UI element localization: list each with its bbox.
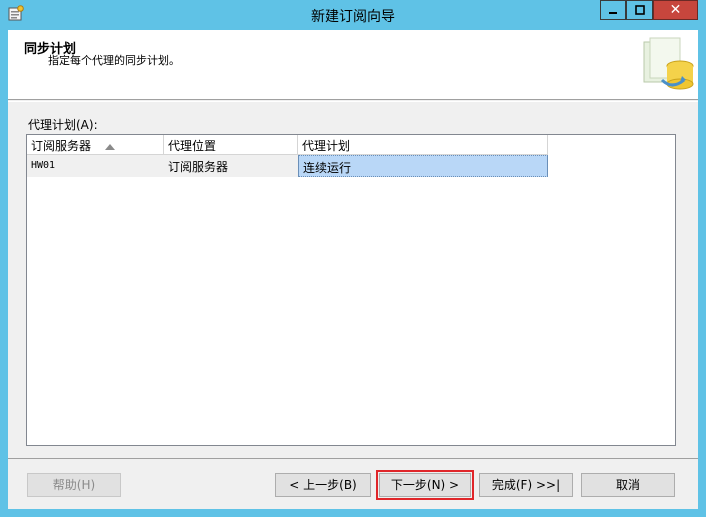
database-sync-icon — [643, 37, 694, 90]
grid-label: 代理计划(A): — [28, 118, 98, 132]
page-subtitle: 指定每个代理的同步计划。 — [48, 54, 180, 67]
finish-button[interactable]: 完成(F) >>| — [479, 473, 573, 497]
column-header-agent-schedule[interactable]: 代理计划 — [298, 135, 548, 155]
table-row[interactable]: HW01 订阅服务器 连续运行 — [27, 155, 548, 177]
wizard-header: 同步计划 指定每个代理的同步计划。 — [8, 30, 698, 100]
column-header-label: 代理位置 — [168, 139, 217, 153]
column-header-agent-location[interactable]: 代理位置 — [164, 135, 298, 155]
wizard-client-area: 同步计划 指定每个代理的同步计划。 代理计划(A): 订阅服务器 代理位置 代理… — [8, 30, 698, 509]
cell-agent-schedule[interactable]: 连续运行 — [298, 155, 548, 177]
cell-subscriber[interactable]: HW01 — [27, 155, 164, 177]
header-separator — [8, 101, 698, 102]
agent-schedule-grid[interactable]: 订阅服务器 代理位置 代理计划 HW01 订阅服务器 连续运行 — [26, 134, 676, 446]
footer-separator — [8, 458, 698, 459]
minimize-button[interactable] — [600, 0, 626, 20]
maximize-icon — [634, 5, 645, 15]
back-button[interactable]: < 上一步(B) — [275, 473, 371, 497]
column-header-label: 订阅服务器 — [31, 139, 92, 153]
cancel-button[interactable]: 取消 — [581, 473, 675, 497]
wizard-window: 新建订阅向导 ✕ 同步计划 指定每个代理的同步计划。 代理计划(A): 订阅服务… — [0, 0, 706, 517]
close-icon: ✕ — [669, 2, 682, 18]
column-header-label: 代理计划 — [302, 139, 351, 153]
next-button[interactable]: 下一步(N) > — [376, 470, 474, 500]
minimize-icon — [609, 12, 617, 14]
sort-ascending-icon — [104, 143, 115, 150]
title-bar[interactable]: 新建订阅向导 ✕ — [0, 0, 706, 28]
maximize-button[interactable] — [626, 0, 653, 20]
column-header-subscriber[interactable]: 订阅服务器 — [27, 135, 164, 155]
help-button[interactable]: 帮助(H) — [27, 473, 121, 497]
close-button[interactable]: ✕ — [653, 0, 698, 20]
cell-agent-location[interactable]: 订阅服务器 — [164, 155, 298, 177]
